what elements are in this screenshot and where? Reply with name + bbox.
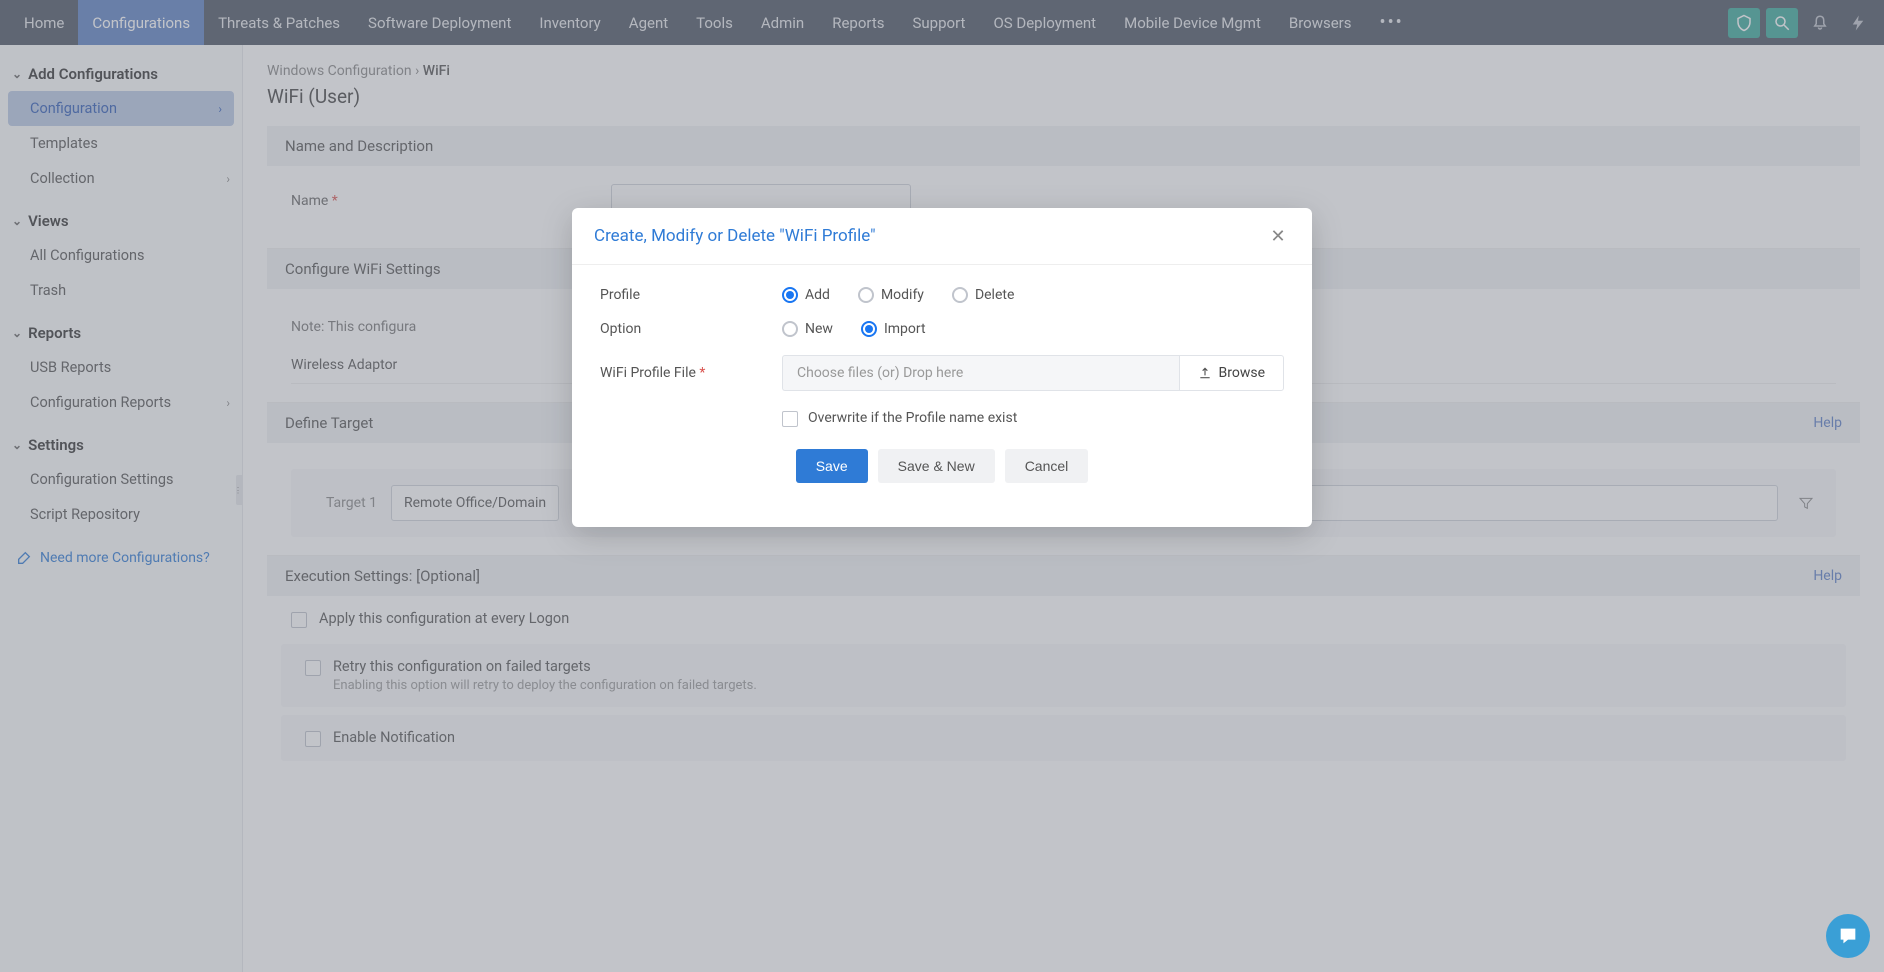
wifi-profile-modal: Create, Modify or Delete "WiFi Profile" … bbox=[572, 208, 1312, 527]
radio-label: Import bbox=[884, 321, 926, 337]
checkbox-overwrite[interactable] bbox=[782, 411, 798, 427]
upload-icon bbox=[1198, 366, 1212, 380]
file-drop-zone[interactable]: Choose files (or) Drop here bbox=[782, 355, 1179, 391]
cancel-button[interactable]: Cancel bbox=[1005, 449, 1089, 483]
radio-label: Modify bbox=[881, 287, 924, 303]
modal-overlay: Create, Modify or Delete "WiFi Profile" … bbox=[0, 0, 1884, 972]
close-icon[interactable]: ✕ bbox=[1266, 224, 1290, 248]
file-label: WiFi Profile File * bbox=[600, 365, 782, 381]
radio-option-import[interactable]: Import bbox=[861, 321, 926, 337]
profile-label: Profile bbox=[600, 287, 782, 303]
radio-label: Delete bbox=[975, 287, 1014, 303]
save-button[interactable]: Save bbox=[796, 449, 868, 483]
option-label: Option bbox=[600, 321, 782, 337]
radio-label: New bbox=[805, 321, 833, 337]
chat-icon bbox=[1837, 925, 1859, 947]
browse-label: Browse bbox=[1219, 365, 1265, 381]
overwrite-label: Overwrite if the Profile name exist bbox=[808, 410, 1017, 426]
radio-profile-modify[interactable]: Modify bbox=[858, 287, 924, 303]
radio-profile-add[interactable]: Add bbox=[782, 287, 830, 303]
chat-fab[interactable] bbox=[1826, 914, 1870, 958]
radio-profile-delete[interactable]: Delete bbox=[952, 287, 1014, 303]
save-new-button[interactable]: Save & New bbox=[878, 449, 995, 483]
radio-label: Add bbox=[805, 287, 830, 303]
radio-option-new[interactable]: New bbox=[782, 321, 833, 337]
browse-button[interactable]: Browse bbox=[1179, 355, 1284, 391]
modal-title: Create, Modify or Delete "WiFi Profile" bbox=[594, 226, 876, 246]
